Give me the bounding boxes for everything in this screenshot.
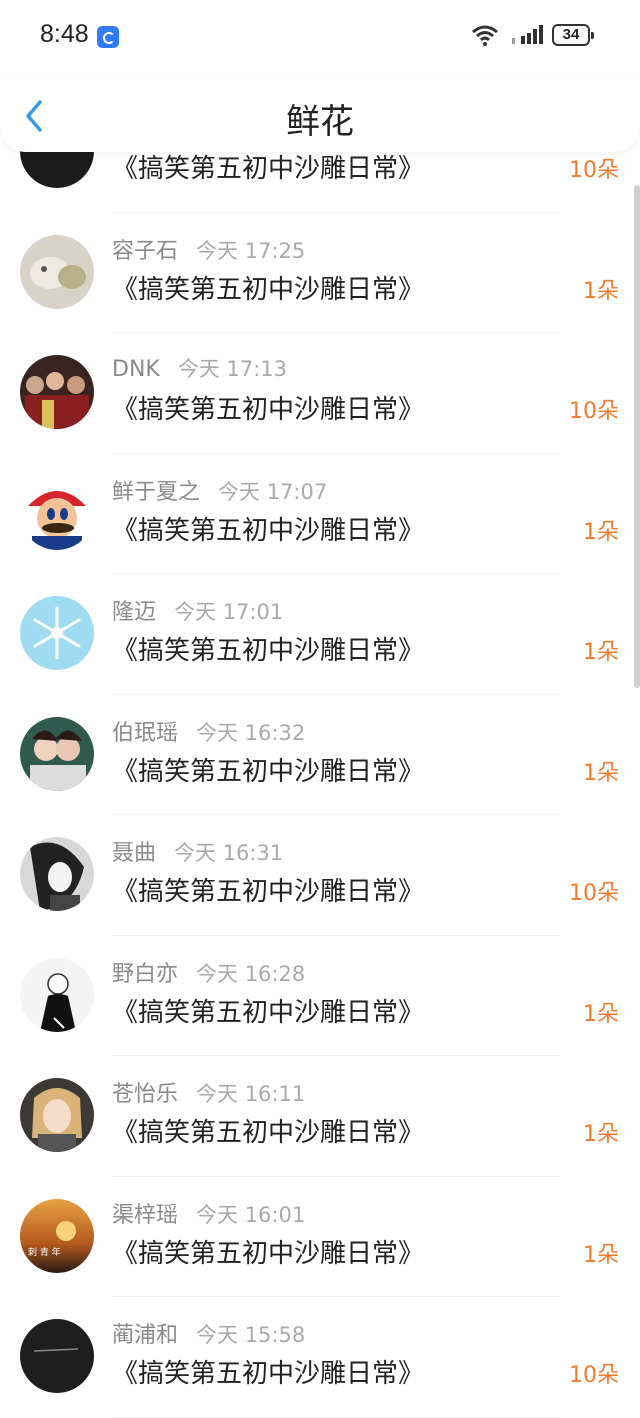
user-name: 渠梓瑶 今天 16:01 bbox=[112, 1202, 306, 1228]
user-name: 隆迈 今天 17:01 bbox=[112, 600, 284, 625]
user-name: 容子石 今天 17:25 bbox=[112, 238, 306, 264]
book-title: 《搞笑第五初中沙雕日常》 bbox=[112, 1359, 425, 1389]
user-name: 聂曲 今天 16:31 bbox=[112, 841, 284, 866]
nav-bar: 鲜花 bbox=[0, 76, 640, 152]
scrollbar[interactable] bbox=[634, 185, 640, 688]
book-title: 《搞笑第五初中沙雕日常》 bbox=[112, 877, 425, 907]
signal-icon bbox=[512, 25, 543, 44]
flower-count: 1朵 bbox=[583, 519, 619, 545]
timestamp: 今天 17:07 bbox=[218, 479, 328, 504]
list-item[interactable]: 容子石 今天 17:25 《搞笑第五初中沙雕日常》 1朵 bbox=[0, 213, 640, 333]
avatar[interactable] bbox=[20, 596, 94, 670]
avatar[interactable] bbox=[20, 716, 94, 791]
user-name: 苍怡乐 今天 16:11 bbox=[112, 1082, 306, 1107]
wifi-icon bbox=[472, 25, 498, 46]
timestamp: 今天 17:13 bbox=[177, 357, 288, 381]
avatar[interactable] bbox=[20, 837, 94, 911]
list-item[interactable]: 伯珉瑶 今天 16:32 《搞笑第五初中沙雕日常》 1朵 bbox=[0, 695, 640, 815]
timestamp: 今天 15:58 bbox=[196, 1323, 306, 1347]
status-time: 8:48 bbox=[40, 20, 89, 48]
list-item[interactable]: 刺 青 年 渠梓瑶 今天 16:01 《搞笑第五初中沙雕日常》 1朵 bbox=[0, 1177, 640, 1297]
flower-count: 1朵 bbox=[583, 640, 619, 665]
flower-list: 《搞笑第五初中沙雕日常》 10朵 容子石 今天 17:25 《搞笑第五初中沙雕日常》 1朵… bbox=[0, 92, 640, 1418]
avatar[interactable] bbox=[20, 957, 94, 1032]
flower-count: 1朵 bbox=[583, 1001, 619, 1027]
list-item[interactable]: 鲜于夏之 今天 17:07 《搞笑第五初中沙雕日常》 1朵 bbox=[0, 454, 640, 574]
book-title: 《搞笑第五初中沙雕日常》 bbox=[112, 997, 425, 1028]
list-item[interactable]: DNK 今天 17:13 《搞笑第五初中沙雕日常》 10朵 bbox=[0, 333, 640, 454]
flower-count: 1朵 bbox=[583, 278, 619, 304]
book-title: 《搞笑第五初中沙雕日常》 bbox=[112, 274, 425, 305]
app-notification-icon bbox=[97, 26, 119, 48]
book-title: 《搞笑第五初中沙雕日常》 bbox=[112, 395, 425, 425]
flower-count: 10朵 bbox=[569, 881, 619, 906]
avatar[interactable] bbox=[20, 355, 94, 429]
user-name: 鲜于夏之 今天 17:07 bbox=[112, 479, 328, 505]
timestamp: 今天 16:32 bbox=[196, 720, 306, 745]
timestamp: 今天 16:11 bbox=[196, 1082, 306, 1106]
book-title: 《搞笑第五初中沙雕日常》 bbox=[112, 154, 425, 184]
flower-count: 10朵 bbox=[569, 158, 619, 183]
flower-count: 1朵 bbox=[583, 760, 619, 786]
status-bar: 8:48 34 bbox=[0, 0, 640, 76]
flower-count: 1朵 bbox=[583, 1122, 619, 1147]
flower-count: 10朵 bbox=[569, 1363, 619, 1388]
list-item[interactable]: 野白亦 今天 16:28 《搞笑第五初中沙雕日常》 1朵 bbox=[0, 936, 640, 1056]
avatar[interactable] bbox=[20, 1078, 94, 1152]
book-title: 《搞笑第五初中沙雕日常》 bbox=[112, 1118, 425, 1148]
book-title: 《搞笑第五初中沙雕日常》 bbox=[112, 756, 425, 787]
list-item[interactable]: 蔺浦和 今天 15:58 《搞笑第五初中沙雕日常》 10朵 bbox=[0, 1297, 640, 1418]
page-title: 鲜花 bbox=[286, 102, 354, 142]
user-name: 野白亦 今天 16:28 bbox=[112, 961, 306, 987]
flower-count: 10朵 bbox=[569, 399, 619, 424]
divider bbox=[112, 1416, 560, 1418]
flower-count: 1朵 bbox=[583, 1242, 619, 1268]
timestamp: 今天 16:28 bbox=[196, 961, 306, 986]
book-title: 《搞笑第五初中沙雕日常》 bbox=[112, 1238, 425, 1269]
battery-indicator: 34 bbox=[552, 24, 594, 46]
timestamp: 今天 17:25 bbox=[196, 238, 306, 263]
book-title: 《搞笑第五初中沙雕日常》 bbox=[112, 515, 425, 546]
list-item[interactable]: 聂曲 今天 16:31 《搞笑第五初中沙雕日常》 10朵 bbox=[0, 815, 640, 936]
user-name: DNK 今天 17:13 bbox=[112, 357, 288, 382]
book-title: 《搞笑第五初中沙雕日常》 bbox=[112, 636, 425, 666]
list-item[interactable]: 苍怡乐 今天 16:11 《搞笑第五初中沙雕日常》 1朵 bbox=[0, 1056, 640, 1177]
timestamp: 今天 16:31 bbox=[174, 841, 284, 865]
svg-text:刺 青 年: 刺 青 年 bbox=[28, 1246, 61, 1258]
avatar[interactable] bbox=[20, 475, 94, 550]
avatar[interactable] bbox=[20, 234, 94, 309]
user-name: 蔺浦和 今天 15:58 bbox=[112, 1323, 306, 1348]
avatar[interactable] bbox=[20, 1319, 94, 1393]
user-name: 伯珉瑶 今天 16:32 bbox=[112, 720, 306, 746]
timestamp: 今天 16:01 bbox=[196, 1202, 306, 1227]
list-item[interactable]: 隆迈 今天 17:01 《搞笑第五初中沙雕日常》 1朵 bbox=[0, 574, 640, 695]
timestamp: 今天 17:01 bbox=[174, 600, 284, 624]
avatar[interactable]: 刺 青 年 bbox=[20, 1198, 94, 1273]
